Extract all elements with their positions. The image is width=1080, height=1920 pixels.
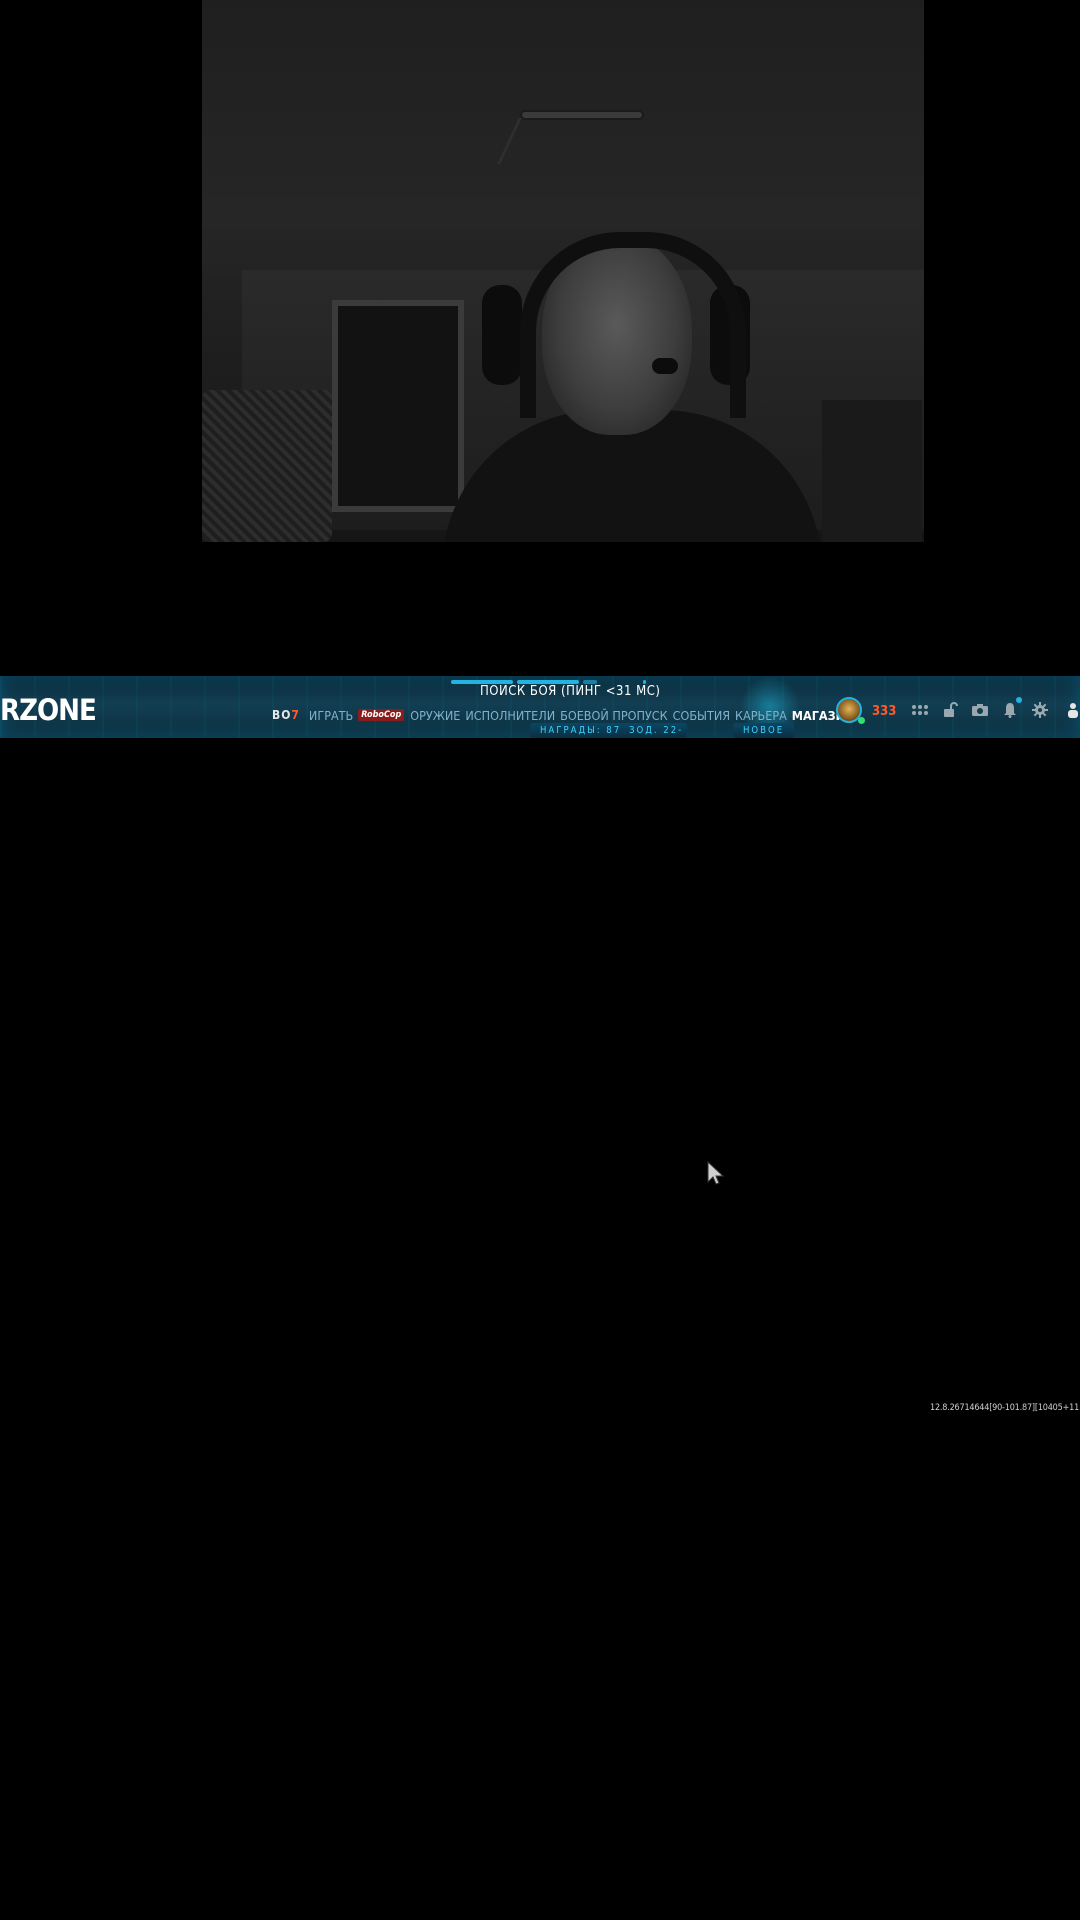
tier-pill[interactable]: ЗОД. 22- xyxy=(625,723,688,738)
bo-number: 7 xyxy=(291,708,300,722)
headset-left-cup xyxy=(482,285,522,385)
mouse-cursor-icon xyxy=(707,1160,725,1189)
currency-count[interactable]: 333 xyxy=(872,704,896,719)
bo-prefix: BO xyxy=(272,708,292,722)
matchmaking-status[interactable]: ПОИСК БОЯ (ПИНГ <31 МС) xyxy=(480,684,660,699)
build-version-string: 12.8.26714644[90-101.87][10405+11:][1400… xyxy=(930,1403,1080,1413)
webcam-feed xyxy=(202,0,924,542)
notification-dot xyxy=(1016,697,1022,703)
webcam-chair xyxy=(202,390,332,542)
camera-icon[interactable] xyxy=(970,700,990,720)
tab-events[interactable]: СОБЫТИЯ xyxy=(673,708,730,723)
online-status-dot xyxy=(858,717,865,724)
webcam-door xyxy=(332,300,464,512)
bo7-badge[interactable]: BO7 xyxy=(272,708,300,722)
new-pill[interactable]: НОВОЕ xyxy=(733,723,795,738)
webcam-ceiling-fixture xyxy=(522,112,642,118)
tab-battle-pass[interactable]: БОЕВОЙ ПРОПУСК xyxy=(560,708,667,723)
headset-band xyxy=(520,232,746,418)
apps-grid-icon[interactable] xyxy=(910,700,930,720)
tab-weapons[interactable]: ОРУЖИЕ xyxy=(410,708,460,723)
game-logo: RZONE xyxy=(0,693,97,727)
party-icon[interactable] xyxy=(1066,700,1080,720)
tab-operators[interactable]: ИСПОЛНИТЕЛИ xyxy=(465,708,555,723)
unlock-icon[interactable] xyxy=(940,700,960,720)
tab-play[interactable]: ИГРАТЬ xyxy=(309,708,353,723)
bell-icon[interactable] xyxy=(1000,700,1020,720)
robocop-badge[interactable]: RoboCop xyxy=(358,709,405,721)
headset-mic xyxy=(652,358,678,374)
tab-career[interactable]: КАРЬЕРА xyxy=(735,708,787,723)
webcam-shelf xyxy=(822,400,922,542)
rewards-pill[interactable]: НАГРАДЫ: 87 xyxy=(530,723,632,738)
gear-icon[interactable] xyxy=(1030,700,1050,720)
